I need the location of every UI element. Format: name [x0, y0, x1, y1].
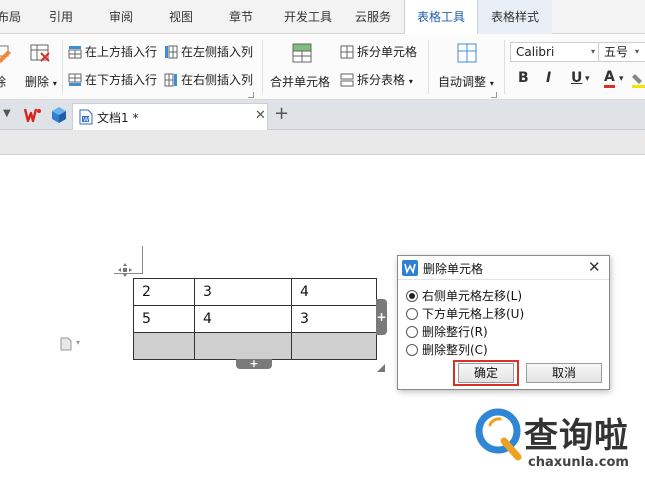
margin-marker-vertical: [142, 246, 143, 274]
rows-cols-dialog-launcher[interactable]: [248, 92, 254, 98]
tab-chapter[interactable]: 章节: [224, 0, 258, 34]
document-tab[interactable]: W 文档1 * ✕: [72, 103, 268, 130]
table-cell[interactable]: 4: [291, 278, 377, 306]
document-tab-strip: ▼ W 文档1 * ✕ +: [0, 100, 645, 130]
table-cell[interactable]: [291, 332, 377, 360]
table-cell[interactable]: [194, 332, 292, 360]
insert-col-right-button[interactable]: 在右侧插入列: [164, 72, 253, 88]
tab-view[interactable]: 视图: [164, 0, 198, 34]
insert-col-left-button[interactable]: 在左侧插入列: [164, 44, 253, 60]
merge-cells-button[interactable]: 合并单元格: [270, 74, 330, 90]
paste-options-icon[interactable]: [60, 337, 72, 351]
underline-button[interactable]: U: [571, 70, 582, 86]
dialog-title: 删除单元格: [423, 262, 484, 276]
insert-col-right-icon: [164, 73, 178, 87]
auto-fit-dialog-launcher[interactable]: [491, 92, 497, 98]
ribbon-separator: [62, 40, 63, 94]
svg-text:W: W: [83, 117, 89, 124]
dialog-close-icon[interactable]: ✕: [588, 258, 601, 276]
tab-cloud-service[interactable]: 云服务: [350, 0, 396, 34]
option-shift-left[interactable]: 右侧单元格左移(L): [406, 288, 522, 304]
option-delete-row[interactable]: 删除整行(R): [406, 324, 488, 340]
table-cell[interactable]: 2: [133, 278, 195, 306]
cube-app-icon[interactable]: [50, 106, 68, 124]
font-name-select[interactable]: Calibri ▾: [510, 42, 600, 62]
split-cells-icon: [340, 45, 354, 59]
ribbon-toolbar: 除 删除 ▾ 在上方插入行 在下方插入行 在左侧插入列 在右侧插入列 合并单元格…: [0, 34, 645, 100]
underline-dropdown[interactable]: ▾: [585, 74, 590, 84]
page-top-gray-area: [0, 130, 645, 155]
radio-selected-icon[interactable]: [406, 290, 418, 302]
radio-icon[interactable]: [406, 344, 418, 356]
option-delete-column[interactable]: 删除整列(C): [406, 342, 488, 358]
chaxunla-logo-icon: [474, 403, 526, 463]
tab-developer[interactable]: 开发工具: [280, 0, 336, 34]
table-row: 5 4 3: [133, 305, 377, 333]
document-tab-title: 文档1 *: [97, 111, 139, 125]
font-size-select[interactable]: 五号 ▾: [598, 42, 645, 62]
watermark-domain: chaxunla.com: [528, 455, 629, 470]
table-cell[interactable]: 3: [291, 305, 377, 333]
ribbon-separator: [428, 40, 429, 94]
table-cell[interactable]: 3: [194, 278, 292, 306]
bold-button[interactable]: B: [518, 70, 529, 86]
writer-doc-icon: W: [79, 109, 93, 125]
table-cell[interactable]: 5: [133, 305, 195, 333]
delete-button[interactable]: 删除 ▾: [25, 74, 57, 92]
split-table-icon: [340, 73, 354, 87]
cancel-button[interactable]: 取消: [526, 363, 602, 383]
add-row-handle[interactable]: +: [236, 358, 272, 369]
table-move-handle-icon[interactable]: [118, 263, 132, 277]
paste-options-dropdown-icon[interactable]: ▾: [76, 338, 80, 347]
table-row-selected: [133, 332, 377, 360]
ribbon-tab-row: 布局 引用 审阅 视图 章节 开发工具 云服务 表格工具 表格样式: [0, 0, 645, 35]
ribbon-separator: [504, 40, 505, 94]
table-cell[interactable]: [133, 332, 195, 360]
italic-button[interactable]: I: [546, 70, 551, 86]
add-column-handle[interactable]: +: [376, 299, 387, 335]
eraser-icon[interactable]: [0, 42, 12, 64]
radio-icon[interactable]: [406, 308, 418, 320]
ribbon-separator: [262, 40, 263, 94]
option-shift-up[interactable]: 下方单元格上移(U): [406, 306, 524, 322]
tab-table-style[interactable]: 表格样式: [478, 0, 552, 34]
table-resize-handle-icon[interactable]: [377, 361, 385, 372]
tab-layout[interactable]: 布局: [0, 0, 26, 34]
dialog-title-bar: 删除单元格 ✕: [398, 256, 609, 280]
eraser-label-fragment: 除: [0, 75, 7, 89]
highlight-icon[interactable]: [632, 72, 645, 88]
ok-button[interactable]: 确定: [458, 363, 514, 383]
font-color-button[interactable]: A: [604, 70, 615, 88]
wps-writer-icon: [402, 260, 418, 276]
split-table-button[interactable]: 拆分表格 ▾: [340, 72, 413, 90]
close-tab-icon[interactable]: ✕: [255, 108, 266, 123]
new-tab-plus-icon[interactable]: +: [274, 103, 289, 124]
insert-col-left-icon: [164, 45, 178, 59]
table-row: 2 3 4: [133, 278, 377, 306]
document-table[interactable]: 2 3 4 5 4 3: [133, 278, 377, 360]
insert-row-below-icon: [68, 73, 82, 87]
merge-cells-icon[interactable]: [291, 42, 313, 64]
table-cell[interactable]: 4: [194, 305, 292, 333]
insert-row-below-button[interactable]: 在下方插入行: [68, 72, 157, 88]
insert-row-above-button[interactable]: 在上方插入行: [68, 44, 157, 60]
auto-fit-icon[interactable]: [456, 42, 478, 64]
tab-list-dropdown-icon[interactable]: ▼: [3, 108, 11, 119]
delete-cells-dialog: 删除单元格 ✕ 右侧单元格左移(L) 下方单元格上移(U) 删除整行(R) 删除…: [397, 255, 610, 390]
insert-row-above-icon: [68, 45, 82, 59]
radio-icon[interactable]: [406, 326, 418, 338]
delete-table-icon[interactable]: [29, 42, 51, 64]
font-color-dropdown[interactable]: ▾: [619, 74, 624, 84]
tab-references[interactable]: 引用: [44, 0, 78, 34]
watermark-brand: 查询啦: [524, 416, 629, 456]
auto-fit-button[interactable]: 自动调整 ▾: [438, 74, 494, 92]
tab-table-tools[interactable]: 表格工具: [404, 0, 478, 35]
wps-logo-icon[interactable]: [23, 106, 42, 124]
split-cells-button[interactable]: 拆分单元格: [340, 44, 417, 60]
tab-review[interactable]: 审阅: [104, 0, 138, 34]
